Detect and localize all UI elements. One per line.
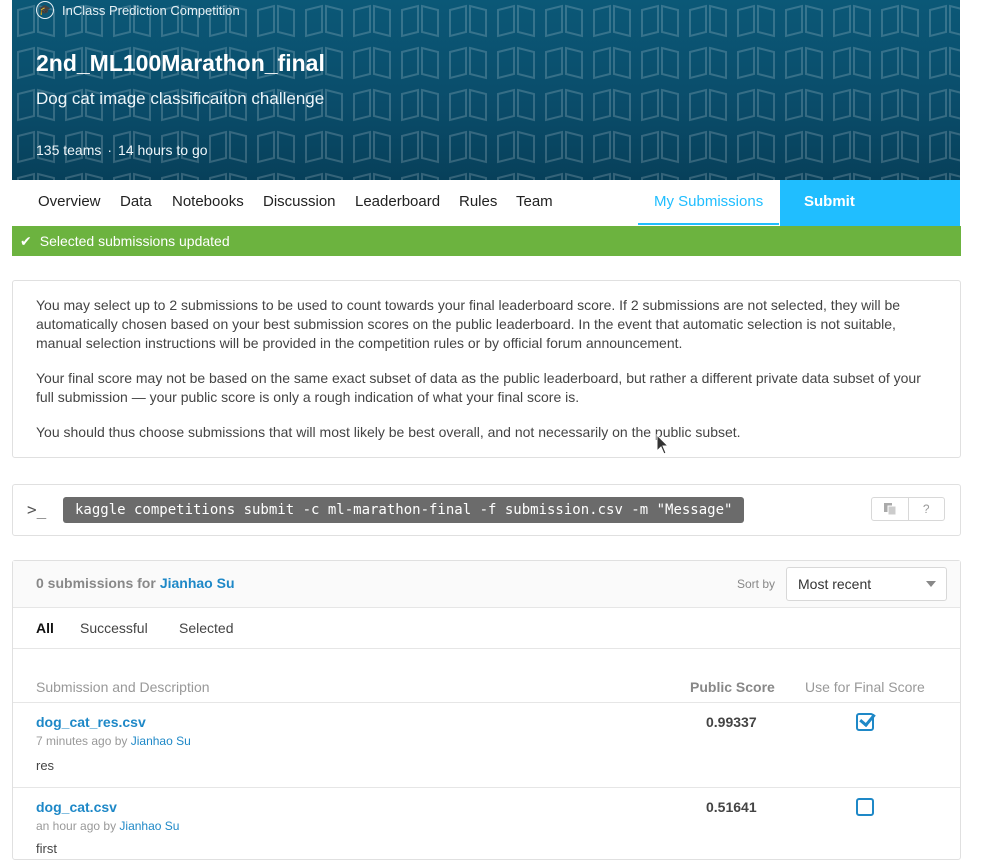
tab-notebooks[interactable]: Notebooks xyxy=(172,180,244,224)
user-link[interactable]: Jianhao Su xyxy=(160,575,235,591)
filter-successful[interactable]: Successful xyxy=(80,620,148,636)
api-command[interactable]: kaggle competitions submit -c ml-maratho… xyxy=(63,497,745,523)
submission-filters: All Successful Selected xyxy=(13,607,960,649)
submission-description: first xyxy=(36,841,57,856)
graduation-cap-icon: 🎓 xyxy=(36,1,54,19)
submission-filename[interactable]: dog_cat_res.csv xyxy=(36,714,146,730)
submission-time: 7 minutes ago by xyxy=(36,734,128,748)
sort-by-label: Sort by xyxy=(737,577,776,591)
terminal-prompt-icon: >_ xyxy=(27,500,47,519)
competition-subtitle: Dog cat image classificaiton challenge xyxy=(36,89,325,108)
column-final-score: Use for Final Score xyxy=(805,679,925,695)
info-paragraph-1: You may select up to 2 submissions to be… xyxy=(36,297,901,351)
info-paragraph-3: You should thus choose submissions that … xyxy=(36,424,741,440)
api-actions: ? xyxy=(871,497,945,521)
final-score-checkbox[interactable] xyxy=(856,713,874,731)
submission-time: an hour ago by xyxy=(36,819,117,833)
row-divider xyxy=(13,787,960,788)
success-notice: ✔ Selected submissions updated xyxy=(12,226,961,256)
api-command-box: >_ kaggle competitions submit -c ml-mara… xyxy=(12,484,961,536)
submission-count-text: 0 submissions for xyxy=(36,575,156,591)
tab-discussion[interactable]: Discussion xyxy=(263,180,336,224)
copy-button[interactable] xyxy=(872,498,908,520)
filter-selected[interactable]: Selected xyxy=(179,620,233,636)
competition-type-label: InClass Prediction Competition xyxy=(62,2,240,18)
competition-banner: 🎓 InClass Prediction Competition 2nd_ML1… xyxy=(12,0,960,180)
time-remaining: 14 hours to go xyxy=(118,142,208,158)
filter-all[interactable]: All xyxy=(36,620,54,636)
copy-icon xyxy=(883,503,897,516)
column-description: Submission and Description xyxy=(36,679,210,695)
tab-leaderboard[interactable]: Leaderboard xyxy=(355,180,440,224)
submission-user-link[interactable]: Jianhao Su xyxy=(131,734,191,748)
submission-meta: 7 minutes ago by Jianhao Su xyxy=(36,734,191,748)
mouse-cursor-icon xyxy=(656,434,670,455)
tab-my-submissions[interactable]: My Submissions xyxy=(638,180,780,225)
sort-select-value: Most recent xyxy=(798,576,872,592)
row-divider xyxy=(13,702,960,703)
competition-title: 2nd_ML100Marathon_final xyxy=(36,50,325,76)
checkmark-icon: ✔ xyxy=(20,232,32,249)
chevron-down-icon xyxy=(926,581,936,587)
submit-predictions-button[interactable]: Submit Predictions xyxy=(780,180,960,254)
help-button[interactable]: ? xyxy=(907,498,945,520)
sort-select[interactable]: Most recent xyxy=(786,567,947,601)
competition-type-badge: 🎓 InClass Prediction Competition xyxy=(36,0,240,20)
submission-score: 0.51641 xyxy=(706,799,757,815)
submission-score: 0.99337 xyxy=(706,714,757,730)
submission-count: 0 submissions for Jianhao Su xyxy=(36,575,235,591)
submissions-header: 0 submissions for Jianhao Su Sort by Most… xyxy=(13,561,960,608)
submission-user-link[interactable]: Jianhao Su xyxy=(119,819,179,833)
submission-description: res xyxy=(36,758,55,773)
competition-meta: 135 teams · 14 hours to go xyxy=(36,142,208,158)
final-score-checkbox[interactable] xyxy=(856,798,874,816)
tab-data[interactable]: Data xyxy=(120,180,152,224)
submission-meta: an hour ago by Jianhao Su xyxy=(36,819,179,833)
tab-overview[interactable]: Overview xyxy=(38,180,101,224)
tab-rules[interactable]: Rules xyxy=(459,180,497,224)
notice-text: Selected submissions updated xyxy=(39,233,230,249)
final-score-info: You may select up to 2 submissions to be… xyxy=(12,280,961,458)
submission-filename[interactable]: dog_cat.csv xyxy=(36,799,117,815)
meta-separator: · xyxy=(107,142,113,158)
tab-team[interactable]: Team xyxy=(516,180,553,224)
team-count: 135 teams xyxy=(36,142,102,158)
column-public-score[interactable]: Public Score xyxy=(690,679,775,695)
submissions-panel: 0 submissions for Jianhao Su Sort by Most… xyxy=(12,560,961,860)
competition-tabs: Overview Data Notebooks Discussion Leade… xyxy=(12,180,960,254)
info-paragraph-2: Your final score may not be based on the… xyxy=(36,370,921,405)
